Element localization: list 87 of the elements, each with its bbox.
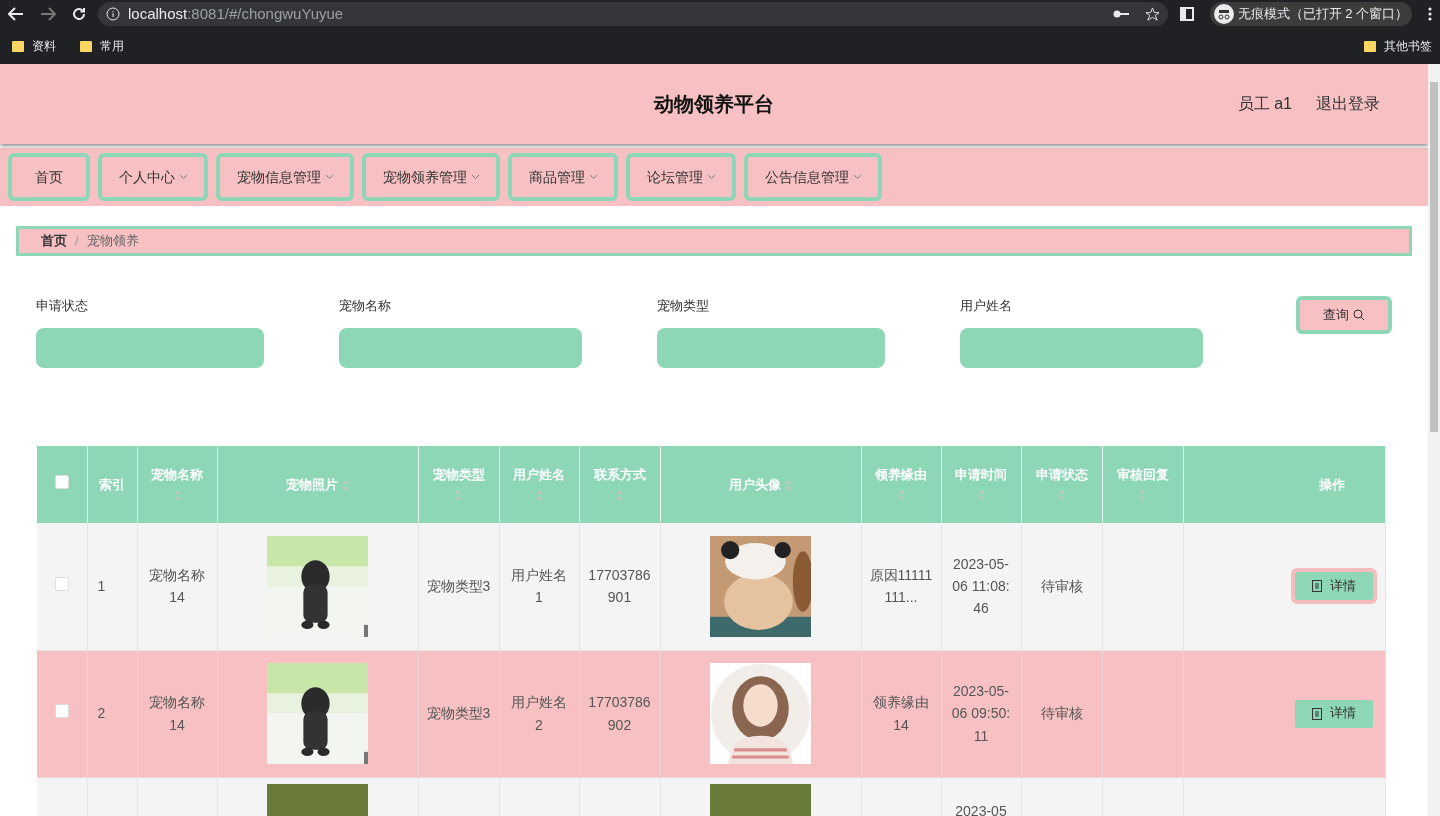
nav-menu-item[interactable]: 个人中心 [98,153,208,201]
sidebar-icon[interactable] [1179,7,1194,21]
table-cell: 宠物类型3 [426,705,491,722]
folder-icon [1364,40,1376,52]
table-cell: 2023-05-06 09:50:11 [951,682,1011,744]
sort-icon[interactable] [455,489,462,501]
bookmark[interactable]: 常用 [80,37,124,55]
sort-icon[interactable] [1139,489,1146,501]
column-header: 用户姓名 [513,467,565,482]
table-cell: 17703786902 [588,694,651,733]
table-cell: 1 [97,578,106,595]
sort-icon[interactable] [341,479,349,491]
search-button[interactable]: 查询 [1296,296,1392,334]
column-header: 宠物类型 [432,467,485,482]
more-icon[interactable] [1428,7,1432,21]
nav-menu-item[interactable]: 首页 [8,153,90,201]
filter-label: 宠物名称 [339,297,392,315]
column-header: 联系方式 [593,467,646,482]
nav-menu-item[interactable]: 论坛管理 [626,153,736,201]
details-button[interactable]: 详情 [1290,568,1377,605]
table-cell: 2 [97,705,106,722]
user-name: 员工 a1 [1237,94,1292,114]
bookmark[interactable]: 其他书签 [1364,37,1432,55]
document-icon [1311,580,1322,593]
table-cell: 宠物名称14 [149,566,205,606]
sort-icon[interactable] [897,489,905,501]
table-cell: 用户姓名1 [511,566,567,606]
table-cell: 2023-05-06 11:08:46 [952,555,1010,617]
incognito-badge[interactable]: 无痕模式（已打开 2 个窗口） [1209,2,1412,26]
filter-field[interactable] [339,327,582,368]
url-text: localhost:8081/#/chongwuYuyue [128,3,344,24]
table-cell: 用户姓名2 [511,694,567,733]
logout-link[interactable]: 退出登录 [1316,92,1380,116]
row-checkbox[interactable] [54,704,69,719]
incognito-icon [1213,4,1234,24]
breadcrumb-item[interactable]: 首页 [41,231,67,251]
filter-label: 申请状态 [36,297,89,315]
table-cell: 宠物类型3 [426,578,491,595]
column-header: 宠物照片 [286,476,339,492]
select-all-checkbox[interactable] [54,474,69,489]
column-header: 宠物名称 [151,467,203,482]
sort-icon[interactable] [616,489,623,501]
nav-menu-item[interactable]: 宠物领养管理 [362,153,500,201]
scrollbar[interactable] [1428,64,1440,816]
nav-menu-item[interactable]: 商品管理 [508,153,618,201]
column-header: 申请状态 [1035,467,1088,482]
filter-field[interactable] [657,327,885,368]
table-cell: 原因11111111... [869,566,933,606]
table-cell: 2023-05 [955,802,1007,816]
star-icon[interactable] [1144,6,1160,22]
folder-icon [80,40,92,52]
key-icon[interactable] [1112,9,1129,19]
column-header: 审核回复 [1116,467,1169,482]
back-icon[interactable] [8,7,24,21]
nav-menu-item[interactable]: 公告信息管理 [744,153,882,201]
table-cell: 宠物名称14 [149,694,205,733]
filter-label: 用户姓名 [960,297,1013,315]
search-icon [1353,309,1365,321]
table-cell: 17703786901 [588,566,651,606]
breadcrumb-separator: / [75,232,79,251]
column-header: 用户头像 [729,476,782,492]
site-title: 动物领养平台 [654,92,774,117]
filter-label: 宠物类型 [657,297,710,315]
table-cell: 待审核 [1040,578,1083,595]
column-header: 操作 [1318,476,1345,492]
document-icon [1311,707,1322,720]
breadcrumb-item[interactable]: 宠物领养 [86,231,139,251]
sort-icon[interactable] [977,489,985,501]
sort-icon[interactable] [535,489,543,501]
table-cell: 领养缘由14 [873,694,929,733]
bookmark[interactable]: 资料 [12,37,56,55]
sort-icon[interactable] [1058,489,1065,501]
row-checkbox[interactable] [54,577,69,592]
address-bar[interactable]: localhost:8081/#/chongwuYuyue [98,2,1168,26]
column-header: 索引 [99,476,125,492]
nav-menu-item[interactable]: 宠物信息管理 [216,153,354,201]
filter-field[interactable] [960,327,1203,368]
sort-icon[interactable] [784,479,792,491]
reload-icon[interactable] [72,7,86,21]
table-cell: 待审核 [1040,705,1083,722]
forward-icon[interactable] [40,7,56,21]
column-header: 领养缘由 [875,467,927,482]
column-header: 申请时间 [955,467,1007,482]
filter-field[interactable] [36,327,264,368]
sort-icon[interactable] [173,489,181,501]
folder-icon [12,40,24,52]
info-icon [106,7,120,21]
